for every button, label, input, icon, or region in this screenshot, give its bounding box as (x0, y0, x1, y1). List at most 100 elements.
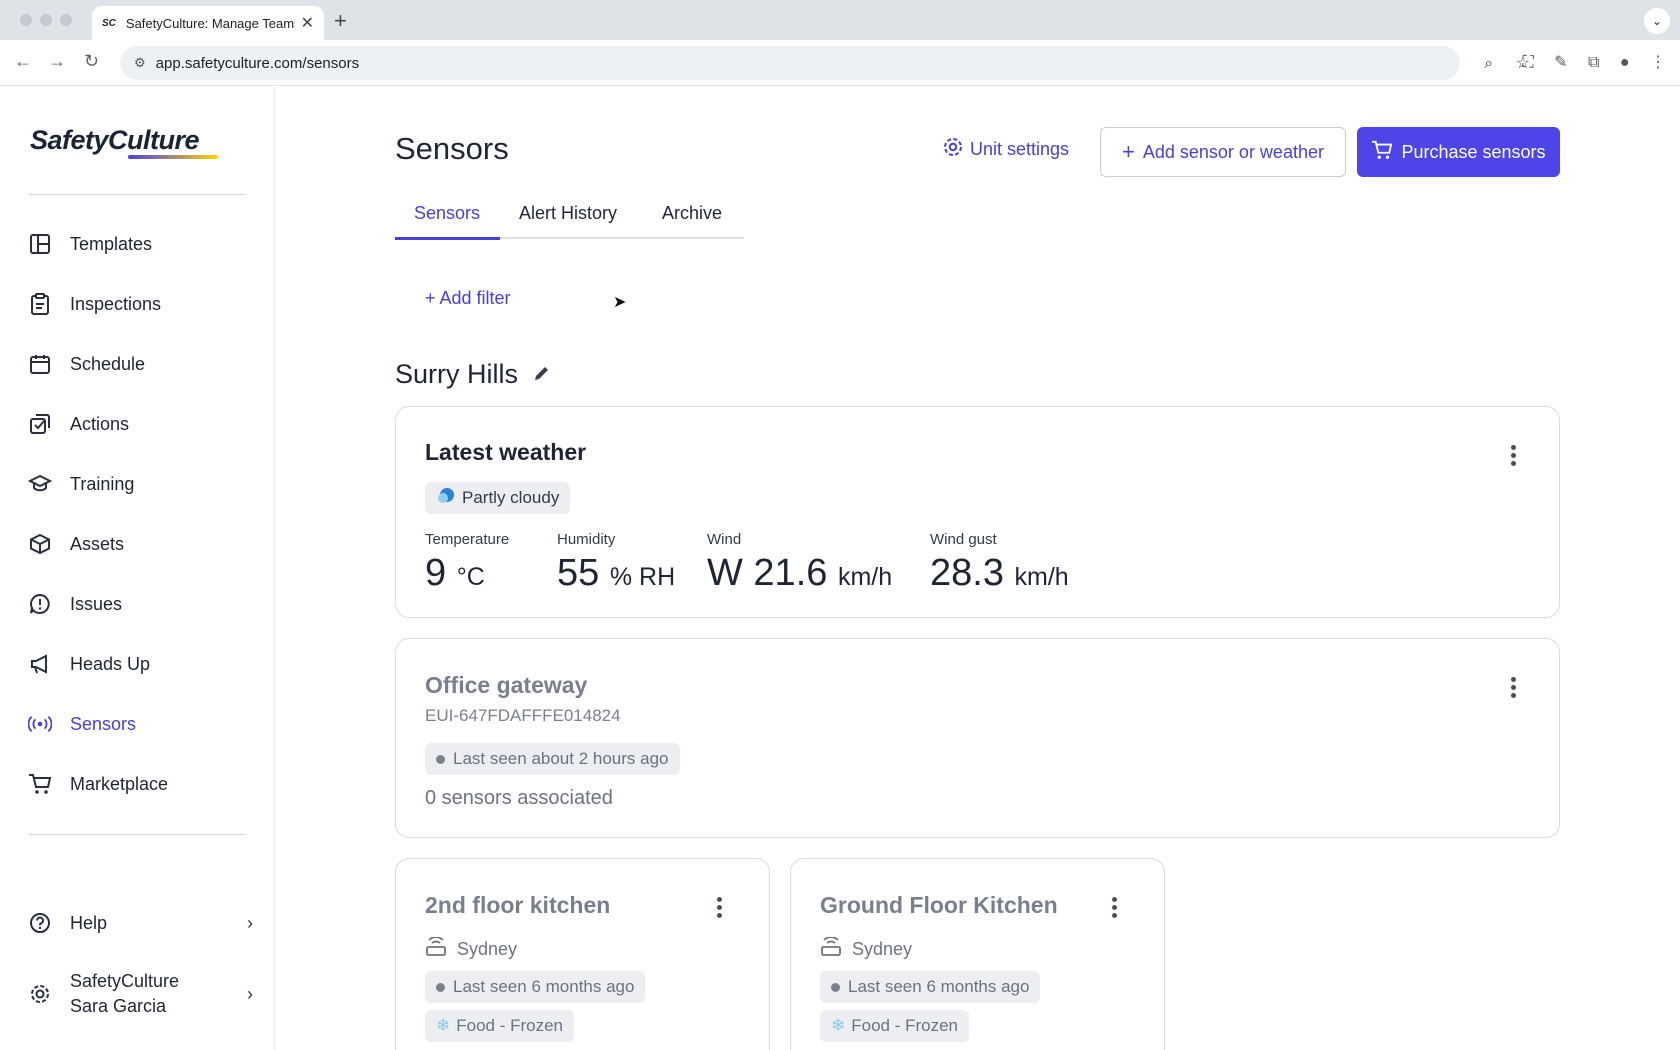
tab-search-icon[interactable]: ⌄ (1644, 8, 1670, 34)
sidebar-divider (28, 834, 246, 835)
status-dot (436, 754, 445, 764)
purchase-sensors-button[interactable]: Purchase sensors (1357, 127, 1560, 177)
more-options-icon[interactable] (1510, 445, 1516, 469)
sidebar-item-inspections[interactable]: Inspections (0, 280, 275, 328)
metric-value: 55 (557, 552, 600, 594)
gateway-device-icon (425, 936, 447, 962)
zoom-icon[interactable]: ⌕ (1484, 55, 1493, 72)
back-icon[interactable]: ← (14, 51, 32, 72)
screenshot-icon[interactable]: ⛶ (1522, 54, 1533, 71)
safetyculture-logo[interactable]: SafetyCulture (30, 125, 200, 156)
sidebar-item-label: Templates (70, 233, 153, 254)
close-tab-icon[interactable]: ✕ (301, 13, 314, 33)
more-options-icon[interactable] (1510, 677, 1516, 701)
sensor-card[interactable]: 2nd floor kitchen Sydney Last seen 6 mon… (395, 858, 770, 1050)
address-bar[interactable]: ⚙ app.safetyculture.com/sensors (120, 46, 1460, 80)
active-tab-indicator (395, 237, 500, 240)
reload-icon[interactable]: ↻ (84, 51, 99, 72)
add-sensor-button[interactable]: + Add sensor or weather (1100, 127, 1346, 177)
help-circle-icon (28, 911, 52, 935)
sidebar-item-marketplace[interactable]: Marketplace (0, 760, 275, 808)
status-dot (436, 982, 445, 992)
megaphone-icon (28, 652, 52, 676)
browser-tab[interactable]: SC SafetyCulture: Manage Teams ✕ (92, 6, 324, 40)
window-close-dot[interactable] (20, 14, 32, 26)
window-minimize-dot[interactable] (40, 14, 52, 26)
purchase-sensors-label: Purchase sensors (1401, 141, 1546, 162)
sidebar-item-label: Training (70, 473, 135, 494)
wind-metric: Wind W 21.6 km/h (707, 531, 892, 595)
tab-sensors[interactable]: Sensors (414, 203, 480, 239)
metric-unit: km/h (1014, 563, 1069, 591)
sidebar-item-actions[interactable]: Actions (0, 400, 275, 448)
sensor-location-text: Sydney (457, 939, 518, 959)
sidebar-item-assets[interactable]: Assets (0, 520, 275, 568)
sidebar-item-label: Inspections (70, 293, 162, 314)
metric-value: 9 (425, 552, 447, 594)
gear-icon (942, 136, 964, 163)
plus-icon: + (1122, 139, 1135, 164)
metric-label: Temperature (425, 531, 510, 548)
sidebar-item-sensors[interactable]: Sensors (0, 700, 275, 748)
browser-menu-icon[interactable]: ⋮ (1650, 54, 1666, 71)
tab-alert-history[interactable]: Alert History (519, 203, 617, 239)
browser-toolbar: ← → ↻ ⚙ app.safetyculture.com/sensors ⌕ … (0, 40, 1680, 86)
status-text: Last seen 6 months ago (453, 977, 635, 996)
more-options-icon[interactable] (716, 897, 722, 921)
sidebar-item-heads-up[interactable]: Heads Up (0, 640, 275, 688)
sidebar: SafetyCulture Templates Inspections Sche… (0, 87, 275, 1050)
sidebar-item-schedule[interactable]: Schedule (0, 340, 275, 388)
sensor-title: 2nd floor kitchen (425, 892, 611, 918)
site-heading: Surry Hills (395, 359, 552, 390)
sidebar-item-templates[interactable]: Templates (0, 220, 275, 268)
metric-value: W 21.6 (707, 552, 828, 594)
unit-settings-label: Unit settings (970, 138, 1070, 159)
gateway-card[interactable]: Office gateway EUI-647FDAFFFE014824 Last… (395, 638, 1560, 838)
status-text: Last seen 6 months ago (848, 977, 1030, 996)
snowflake-icon: ❄ (831, 1016, 846, 1035)
gateway-device-icon (820, 936, 842, 962)
forward-icon[interactable]: → (48, 51, 66, 72)
sidebar-divider (28, 194, 246, 195)
sensor-location: Sydney (820, 936, 912, 962)
chevron-right-icon: › (247, 983, 253, 1004)
mouse-cursor-icon: ➤ (613, 294, 627, 311)
metric-label: Wind gust (930, 531, 997, 548)
humidity-metric: Humidity 55 % RH (557, 531, 675, 595)
more-options-icon[interactable] (1111, 897, 1117, 921)
edit-icon[interactable]: ✎ (1554, 54, 1567, 71)
clipboard-icon (28, 292, 52, 316)
add-filter-button[interactable]: + Add filter (425, 288, 511, 309)
status-badge: Last seen 6 months ago (820, 971, 1041, 1003)
wind-gust-metric: Wind gust 28.3 km/h (930, 531, 1069, 595)
window-zoom-dot[interactable] (60, 14, 72, 26)
sidebar-item-label: Heads Up (70, 653, 151, 674)
sidebar-account[interactable]: SafetyCulture Sara Garcia › (0, 964, 275, 1024)
unit-settings-button[interactable]: Unit settings (942, 129, 1069, 169)
favicon-icon: SC (102, 17, 116, 29)
gear-icon (28, 982, 52, 1006)
pencil-icon[interactable] (532, 359, 552, 390)
templates-icon (28, 232, 52, 256)
sidebar-item-label: Help (70, 912, 108, 933)
extensions-icon[interactable]: ⧉ (1588, 54, 1599, 71)
metric-unit: °C (456, 563, 485, 591)
main-content: Sensors Unit settings + Add sensor or we… (276, 87, 1680, 1050)
sensor-card[interactable]: Ground Floor Kitchen Sydney Last seen 6 … (790, 858, 1165, 1050)
new-tab-icon[interactable]: + (334, 8, 347, 34)
page-title: Sensors (395, 131, 509, 166)
cart-icon (1371, 140, 1393, 165)
gateway-title: Office gateway (425, 672, 588, 698)
weather-card: Latest weather Partly cloudy Temperature… (395, 406, 1560, 618)
status-text: Last seen about 2 hours ago (453, 749, 669, 768)
metric-value: 28.3 (930, 552, 1004, 594)
temperature-metric: Temperature 9 °C (425, 531, 509, 595)
browser-tab-bar: SC SafetyCulture: Manage Teams ✕ + ⌄ (0, 0, 1680, 40)
add-sensor-label: Add sensor or weather (1142, 141, 1324, 162)
profile-icon[interactable]: ● (1620, 54, 1630, 71)
sidebar-item-help[interactable]: Help › (0, 899, 275, 947)
site-info-icon[interactable]: ⚙ (134, 55, 146, 71)
sidebar-item-training[interactable]: Training (0, 460, 275, 508)
sidebar-item-issues[interactable]: Issues (0, 580, 275, 628)
tab-archive[interactable]: Archive (662, 203, 722, 239)
